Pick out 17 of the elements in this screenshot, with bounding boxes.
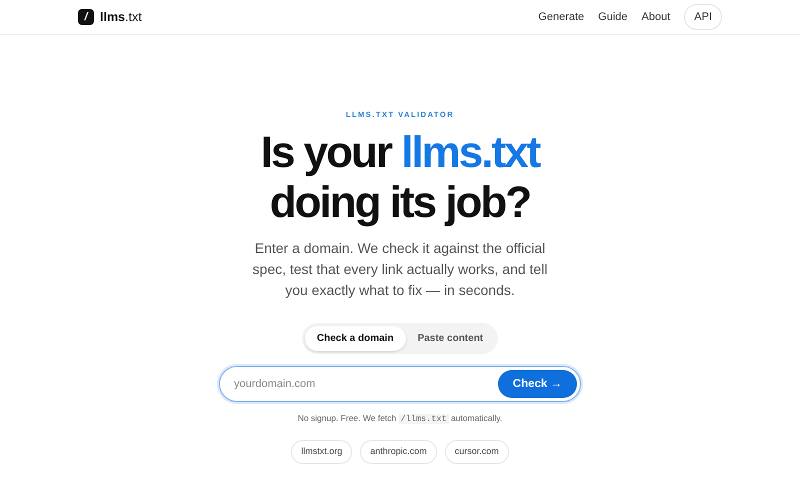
nav-link[interactable]: About <box>642 8 670 26</box>
mode-tab[interactable]: Check a domain <box>304 326 406 352</box>
example-chip[interactable]: llmstxt.org <box>291 440 352 464</box>
hero-heading: Is your llms.txt doing its job? <box>260 128 540 228</box>
nav-link[interactable]: Guide <box>598 8 628 26</box>
hero-description: Enter a domain. We check it against the official spec, test that every link actually works, and tell you exactly what to fix — in seconds. <box>252 239 548 300</box>
fetch-note: No signup. Free. We fetch /llms.txt automatically. <box>298 412 502 426</box>
logo-icon: / <box>78 9 94 25</box>
example-chip[interactable]: cursor.com <box>444 440 509 464</box>
nav-link[interactable]: Generate <box>538 8 584 26</box>
api-link[interactable]: API <box>684 4 722 30</box>
domain-input[interactable]: yourdomain.com <box>234 376 474 392</box>
mode-tab[interactable]: Paste content <box>406 326 496 352</box>
check-button[interactable]: Check → <box>498 370 577 398</box>
domain-field[interactable]: yourdomain.com Check → <box>219 366 581 402</box>
example-chip[interactable]: anthropic.com <box>360 440 437 464</box>
logo-text[interactable]: llms.txt <box>100 8 142 26</box>
